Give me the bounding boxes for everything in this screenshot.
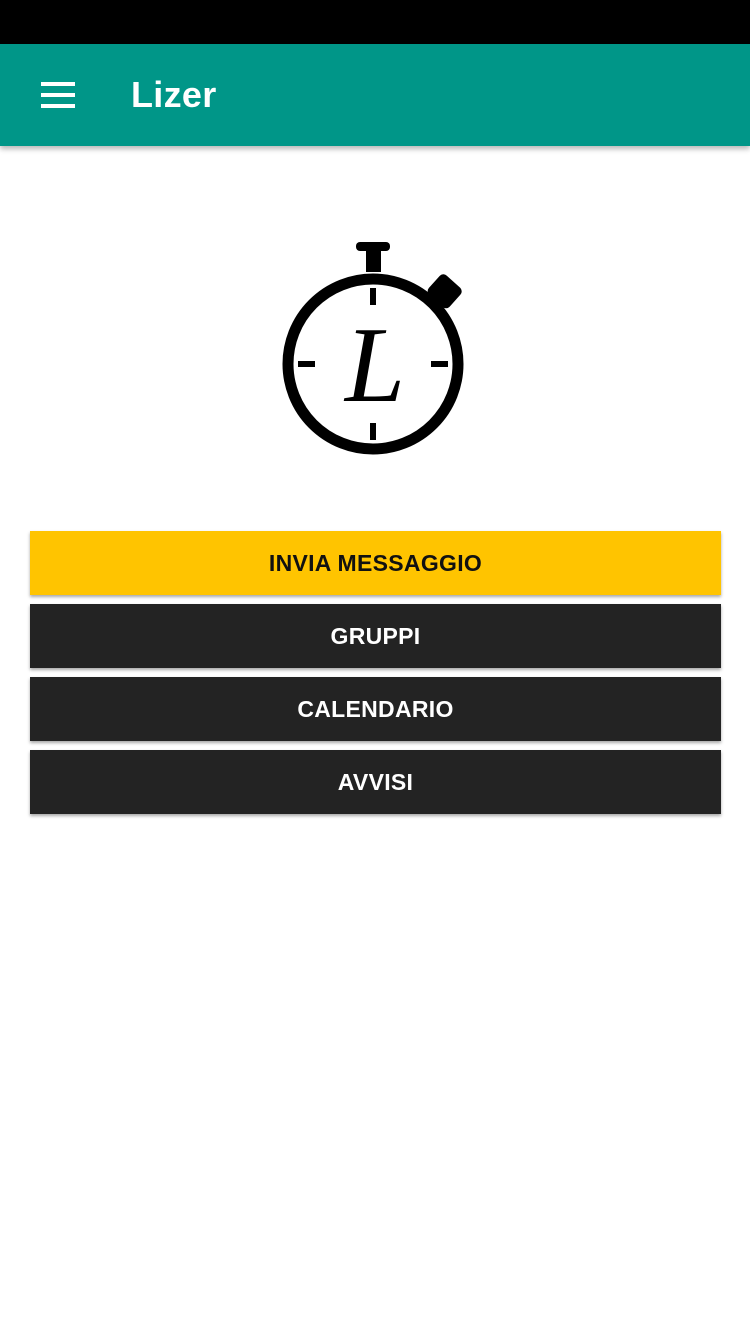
status-bar xyxy=(0,0,750,44)
app-bar: Lizer xyxy=(0,44,750,146)
stopwatch-logo-icon: L xyxy=(276,238,476,463)
menu-button[interactable] xyxy=(28,67,88,123)
app-title: Lizer xyxy=(131,74,217,115)
send-message-button-label: INVIA MESSAGGIO xyxy=(268,549,483,576)
calendar-button[interactable]: CALENDARIO xyxy=(30,677,721,741)
send-message-button[interactable]: INVIA MESSAGGIO xyxy=(30,531,721,595)
notices-button-label: AVVISI xyxy=(337,768,414,795)
notices-button[interactable]: AVVISI xyxy=(30,750,721,814)
groups-button-label: GRUPPI xyxy=(330,622,421,649)
hamburger-menu-icon xyxy=(41,82,75,108)
groups-button[interactable]: GRUPPI xyxy=(30,604,721,668)
calendar-button-label: CALENDARIO xyxy=(297,695,454,722)
logo-letter: L xyxy=(343,306,405,425)
